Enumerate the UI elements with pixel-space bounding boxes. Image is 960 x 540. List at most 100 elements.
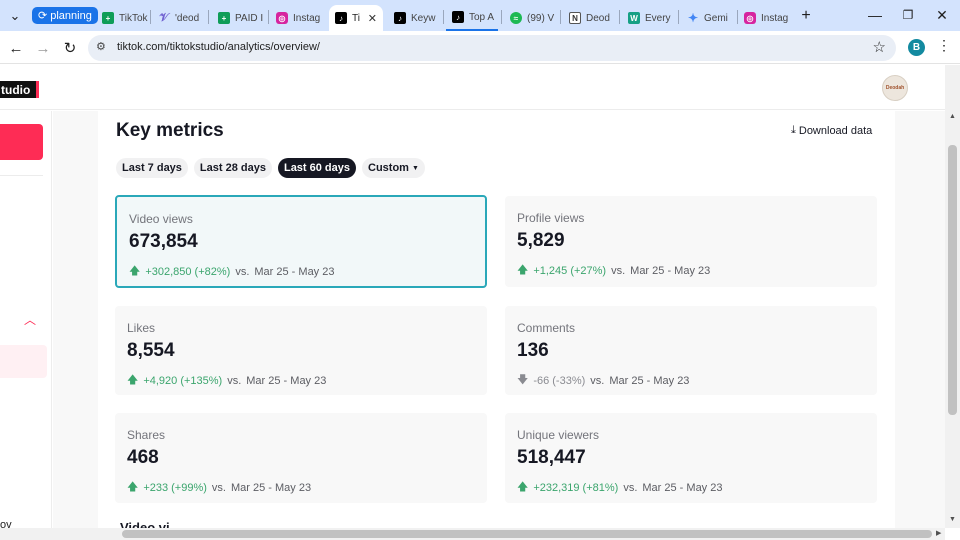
browser-menu-icon[interactable]: ⋮ — [937, 37, 951, 54]
comparison-range: Mar 25 - May 23 — [230, 481, 312, 494]
browser-tab-9[interactable]: W Every — [622, 5, 676, 31]
browser-tab-label: Ti — [352, 12, 360, 24]
vertical-scroll-thumb[interactable] — [948, 145, 957, 415]
browser-tab-2[interactable]: + PAID I — [212, 5, 266, 31]
app-header: tudio Deodah — [0, 65, 945, 110]
vertical-scrollbar[interactable]: ▲ ▼ — [945, 65, 960, 528]
tab-group-planning[interactable]: ⟳ planning — [32, 7, 98, 24]
tab-separator — [619, 10, 620, 24]
new-tab-plus-icon[interactable]: + — [795, 5, 817, 26]
metric-delta: 🡅 +232,319 (+81%) vs. Mar 25 - May 23 — [517, 478, 722, 497]
metric-delta: 🡇 -66 (-33%) vs. Mar 25 - May 23 — [517, 371, 689, 390]
browser-tab-10[interactable]: ✦ Gemi — [681, 5, 735, 31]
browser-tab-label: (99) V — [527, 12, 555, 24]
scroll-right-arrow-icon[interactable]: ▶ — [936, 529, 941, 537]
metric-value: 8,554 — [127, 340, 175, 361]
metric-card-comments[interactable]: Comments 136 🡇 -66 (-33%) vs. Mar 25 - M… — [505, 306, 877, 395]
vs-label: vs. — [211, 481, 226, 494]
scroll-up-arrow-icon[interactable]: ▲ — [949, 113, 956, 120]
bookmark-star-icon[interactable]: ☆ — [873, 38, 886, 56]
metric-card-profile-views[interactable]: Profile views 5,829 🡅 +1,245 (+27%) vs. … — [505, 196, 877, 287]
browser-tab-0[interactable]: + TikTok — [96, 5, 148, 31]
arrow-up-icon: 🡅 — [517, 481, 529, 493]
download-data-button[interactable]: ⤓ Download data — [791, 124, 872, 137]
metric-label: Video views — [129, 212, 193, 226]
filter-label: Last 7 days — [122, 162, 182, 174]
feather-icon: 𝒱 — [159, 11, 169, 24]
metric-value: 468 — [127, 447, 159, 468]
back-arrow-icon[interactable]: ← — [5, 37, 27, 59]
tab-separator — [560, 10, 561, 24]
tiktok-icon: ♪ — [335, 12, 347, 24]
tab-search-chevron-icon[interactable]: ⌄ — [4, 5, 26, 26]
delta-value: +1,245 (+27%) — [533, 264, 607, 277]
metric-value: 673,854 — [129, 231, 198, 252]
close-window-icon[interactable]: ✕ — [927, 5, 957, 25]
sidebar-cut-label: ov — [0, 519, 12, 528]
horizontal-scroll-thumb[interactable] — [122, 530, 932, 538]
filter-last-28-days[interactable]: Last 28 days — [193, 158, 272, 178]
notion-icon: N — [569, 12, 581, 24]
metric-card-video-views[interactable]: Video views 673,854 🡅 +302,850 (+82%) vs… — [115, 195, 487, 288]
caret-down-icon: ▼ — [411, 164, 419, 172]
browser-toolbar: ← → ↻ ⚙ tiktok.com/tiktokstudio/analytic… — [0, 31, 960, 64]
delta-value: +4,920 (+135%) — [143, 374, 223, 387]
metric-label: Comments — [517, 321, 576, 335]
browser-tab-strip: ⌄ ⟳ planning + TikTok 𝒱 'deod + PAID I ◎… — [0, 0, 960, 31]
site-settings-icon[interactable]: ⚙ — [96, 40, 106, 53]
sheets-icon: + — [102, 12, 114, 24]
browser-tab-1[interactable]: 𝒱 'deod — [152, 5, 206, 31]
upload-button[interactable] — [0, 124, 43, 160]
close-tab-icon[interactable]: ✕ — [368, 12, 377, 25]
address-bar[interactable]: ⚙ tiktok.com/tiktokstudio/analytics/over… — [88, 35, 896, 61]
metric-delta: 🡅 +4,920 (+135%) vs. Mar 25 - May 23 — [127, 371, 326, 390]
browser-tab-11[interactable]: ◎ Instag — [738, 5, 792, 31]
delta-value: +233 (+99%) — [143, 481, 207, 494]
sidebar-divider — [0, 175, 43, 176]
browser-tab-label: Keyw — [411, 12, 436, 24]
comparison-range: Mar 25 - May 23 — [630, 264, 711, 277]
browser-tab-4-active[interactable]: ♪ Ti ✕ — [329, 5, 383, 31]
browser-tab-7[interactable]: ≈ (99) V — [504, 5, 558, 31]
metric-label: Unique viewers — [517, 428, 600, 442]
metric-card-unique-viewers[interactable]: Unique viewers 518,447 🡅 +232,319 (+81%)… — [505, 413, 877, 503]
metric-card-likes[interactable]: Likes 8,554 🡅 +4,920 (+135%) vs. Mar 25 … — [115, 306, 487, 395]
delta-value: -66 (-33%) — [533, 374, 586, 387]
metric-delta: 🡅 +233 (+99%) vs. Mar 25 - May 23 — [127, 478, 311, 497]
forward-arrow-icon[interactable]: → — [32, 37, 54, 59]
arrow-up-icon: 🡅 — [517, 264, 529, 276]
delta-value: +232,319 (+81%) — [533, 481, 619, 494]
browser-tab-label: Deod — [586, 12, 610, 24]
filter-last-60-days[interactable]: Last 60 days — [277, 158, 357, 178]
sidebar-item-analytics-active[interactable] — [0, 345, 47, 378]
vs-label: vs. — [623, 481, 638, 494]
tiktok-studio-logo[interactable]: tudio — [0, 81, 40, 98]
reload-icon[interactable]: ↻ — [59, 37, 81, 59]
filter-custom-dropdown[interactable]: Custom ▼ — [362, 158, 425, 178]
vs-label: vs. — [227, 374, 242, 387]
chevron-up-icon[interactable]: ︿ — [24, 311, 36, 328]
browser-tab-5[interactable]: ♪ Keyw — [388, 5, 442, 31]
restore-icon[interactable]: ❐ — [893, 5, 923, 25]
tab-group-label: planning — [50, 9, 92, 22]
vs-label: vs. — [590, 374, 605, 387]
tab-group-icon: ⟳ — [38, 10, 48, 22]
browser-tab-label: 'deod — [175, 12, 200, 24]
user-avatar[interactable]: Deodah — [882, 75, 908, 101]
browser-profile-avatar[interactable]: B — [908, 39, 925, 56]
browser-tab-3[interactable]: ◎ Instag — [270, 5, 326, 31]
filter-last-7-days[interactable]: Last 7 days — [116, 158, 188, 178]
tab-separator — [150, 10, 151, 24]
comparison-range: Mar 25 - May 23 — [246, 374, 327, 387]
metric-delta: 🡅 +302,850 (+82%) vs. Mar 25 - May 23 — [129, 262, 334, 281]
horizontal-scrollbar[interactable]: ▶ — [0, 528, 945, 540]
download-icon: ⤓ — [791, 124, 796, 136]
minimize-icon[interactable]: — — [860, 5, 890, 25]
browser-tab-8[interactable]: N Deod — [563, 5, 617, 31]
url-text[interactable]: tiktok.com/tiktokstudio/analytics/overvi… — [117, 41, 320, 53]
metric-card-shares[interactable]: Shares 468 🡅 +233 (+99%) vs. Mar 25 - Ma… — [115, 413, 487, 503]
scroll-down-arrow-icon[interactable]: ▼ — [949, 516, 956, 523]
tab-separator — [208, 10, 209, 24]
browser-tab-label: Every — [645, 12, 671, 24]
browser-tab-6[interactable]: ♪ Top A — [446, 5, 498, 31]
